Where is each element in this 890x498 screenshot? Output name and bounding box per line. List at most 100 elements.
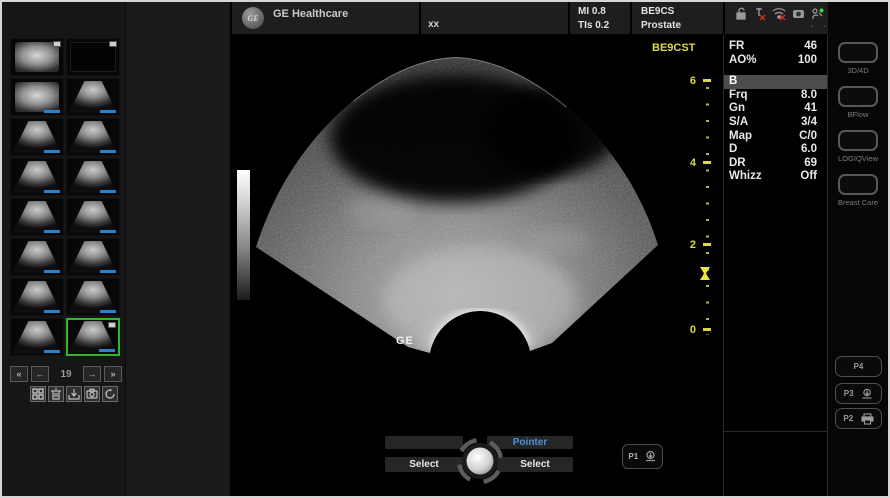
patient-id-label: xx bbox=[428, 19, 439, 30]
thumbnail[interactable] bbox=[66, 118, 120, 156]
panel-divider bbox=[724, 431, 827, 432]
first-page-button[interactable]: « bbox=[10, 366, 28, 382]
delete-icon bbox=[50, 388, 62, 400]
thumbnail[interactable] bbox=[10, 118, 64, 156]
p1-button[interactable]: P1 bbox=[622, 444, 663, 469]
param-value: 41 bbox=[804, 102, 817, 116]
hardkey-bar: 3D/4D BFlow LOGIQView Breast Care P4 P3 … bbox=[828, 2, 888, 496]
param-row-gn: Gn 41 bbox=[724, 102, 827, 116]
p1-label: P1 bbox=[628, 452, 638, 461]
thumbnail-pagination: « ← 19 → » bbox=[10, 366, 122, 382]
refresh-button[interactable] bbox=[102, 386, 118, 402]
acoustic-output-section: MI 0.8 TIs 0.2 bbox=[568, 2, 630, 34]
clip-indicator bbox=[44, 310, 60, 313]
clip-indicator bbox=[44, 270, 60, 273]
param-label: Whizz bbox=[729, 170, 762, 184]
grid-view-icon bbox=[32, 388, 44, 400]
param-row-whizz: Whizz Off bbox=[724, 170, 827, 184]
param-value: 3/4 bbox=[801, 116, 817, 130]
param-value: C/0 bbox=[799, 130, 817, 144]
thumbnail[interactable] bbox=[10, 78, 64, 116]
mode-key-bflow[interactable] bbox=[838, 86, 878, 107]
next-page-button[interactable]: → bbox=[83, 366, 101, 382]
thumbnail[interactable] bbox=[66, 238, 120, 276]
thumbnail[interactable] bbox=[10, 238, 64, 276]
thumbnail-toolbar bbox=[30, 386, 118, 402]
depth-label: 4 bbox=[682, 157, 696, 169]
ge-watermark: GE bbox=[396, 335, 414, 347]
mode-key-3d4d[interactable] bbox=[838, 42, 878, 63]
last-page-button[interactable]: » bbox=[104, 366, 122, 382]
grayscale-bar bbox=[237, 170, 250, 300]
mode-row: B bbox=[724, 75, 827, 89]
thumbnail-image bbox=[13, 281, 61, 313]
param-row-d: D 6.0 bbox=[724, 143, 827, 157]
grid-view-button[interactable] bbox=[30, 386, 46, 402]
param-label: Map bbox=[729, 130, 752, 144]
param-label: Gn bbox=[729, 102, 745, 116]
delete-button[interactable] bbox=[48, 386, 64, 402]
p2-button[interactable]: P2 bbox=[835, 408, 882, 429]
p3-button[interactable]: P3 bbox=[835, 383, 882, 404]
save-button[interactable] bbox=[66, 386, 82, 402]
network-users-icon bbox=[811, 7, 824, 20]
depth-minor-ticks bbox=[706, 87, 709, 335]
camera-button[interactable] bbox=[84, 386, 100, 402]
prev-page-button[interactable]: ← bbox=[31, 366, 49, 382]
p2-print-icon bbox=[861, 413, 874, 425]
wifi-off-icon bbox=[772, 7, 786, 20]
thumbnail[interactable] bbox=[66, 78, 120, 116]
thumbnail[interactable] bbox=[10, 38, 64, 76]
page-number: 19 bbox=[52, 369, 80, 380]
param-row-ao: AO% 100 bbox=[724, 54, 827, 68]
thumbnail[interactable] bbox=[66, 158, 120, 196]
thumbnail[interactable] bbox=[66, 38, 120, 76]
thumbnail-image bbox=[13, 321, 61, 353]
brand-label: GE Healthcare bbox=[273, 8, 348, 20]
thumbnail-image bbox=[69, 201, 117, 233]
preset-badge: BE9CST bbox=[652, 42, 695, 54]
probe-label: BE9CS bbox=[641, 5, 723, 19]
param-row-frq: Frq 8.0 bbox=[724, 89, 827, 103]
thumbnail-marker-icon bbox=[109, 41, 117, 47]
mode-key-label: BFlow bbox=[828, 110, 888, 119]
clip-indicator bbox=[100, 230, 116, 233]
clip-indicator bbox=[44, 230, 60, 233]
unlock-icon bbox=[735, 7, 747, 20]
param-value: 6.0 bbox=[801, 143, 817, 157]
param-spacer bbox=[724, 67, 827, 75]
mode-key-breast-care[interactable] bbox=[838, 174, 878, 195]
param-value: 100 bbox=[798, 54, 817, 68]
param-label: DR bbox=[729, 157, 746, 171]
clip-indicator bbox=[99, 349, 115, 352]
thumbnail[interactable] bbox=[10, 198, 64, 236]
ultrasound-app-window: « ← 19 → » GE GE bbox=[0, 0, 890, 498]
thumbnail[interactable] bbox=[10, 318, 64, 356]
thumbnail-selected[interactable] bbox=[66, 318, 120, 356]
p3-export-icon bbox=[861, 388, 873, 400]
param-value: 46 bbox=[804, 40, 817, 54]
save-icon bbox=[68, 388, 80, 400]
thumbnail[interactable] bbox=[10, 278, 64, 316]
clip-indicator bbox=[100, 270, 116, 273]
thumbnail[interactable] bbox=[66, 198, 120, 236]
mode-key-logiqview[interactable] bbox=[838, 130, 878, 151]
thumbnail[interactable] bbox=[66, 278, 120, 316]
sidebar-spacer-panel bbox=[125, 2, 230, 496]
clip-indicator bbox=[100, 110, 116, 113]
thumbnail-image bbox=[69, 161, 117, 193]
camera-icon bbox=[86, 388, 98, 400]
thumbnail-image bbox=[13, 161, 61, 193]
brand-section: GE GE Healthcare bbox=[230, 2, 419, 34]
param-label: D bbox=[729, 143, 737, 157]
focus-marker-icon bbox=[700, 267, 710, 280]
p4-button[interactable]: P4 bbox=[835, 356, 882, 377]
param-value: 69 bbox=[804, 157, 817, 171]
probe-preset-section[interactable]: BE9CS Prostate bbox=[630, 2, 723, 34]
thumbnail-marker-icon bbox=[108, 322, 116, 328]
parameter-panel: FR 46 AO% 100 B Frq 8.0 Gn 41 S/A 3/4 Ma… bbox=[723, 35, 828, 496]
select-right-softkey[interactable]: Select bbox=[497, 457, 573, 472]
thumbnail[interactable] bbox=[10, 158, 64, 196]
patient-info-section[interactable]: xx bbox=[419, 2, 568, 34]
thumbnail-image bbox=[13, 241, 61, 273]
